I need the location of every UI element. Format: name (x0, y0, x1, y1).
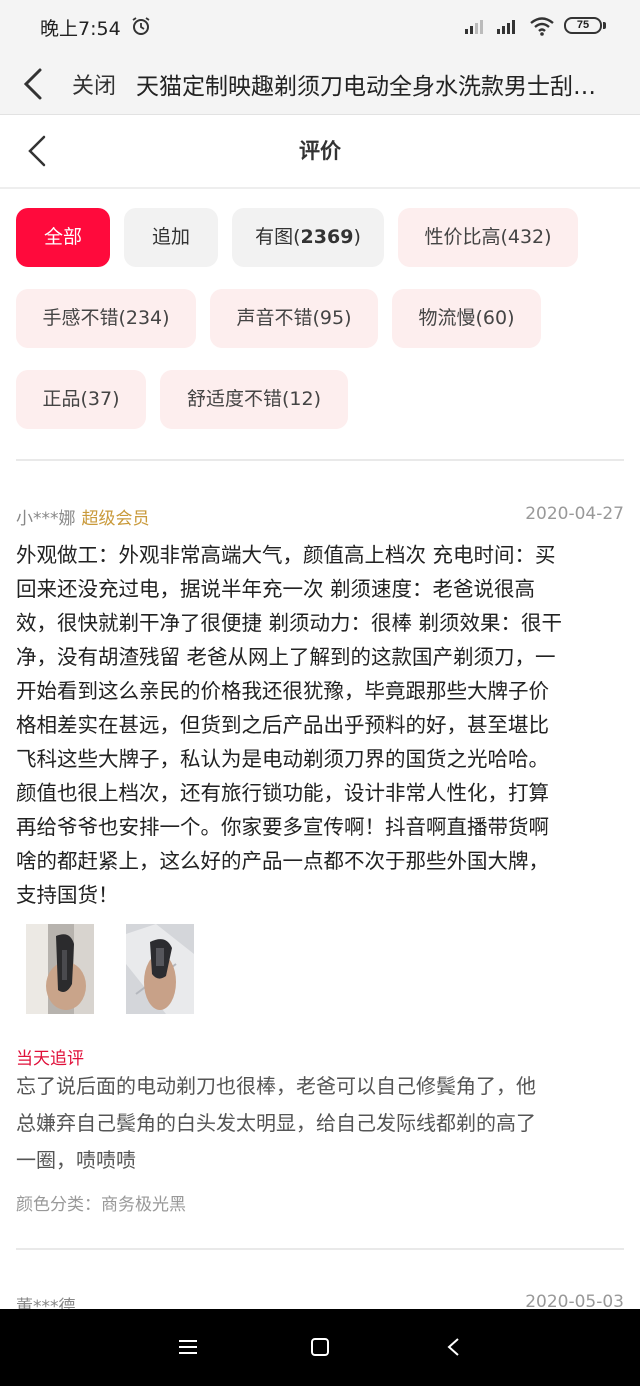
reviewer-name: 小***娜 超级会员 (16, 504, 150, 529)
review-date: 2020-05-03 (525, 1292, 624, 1309)
signal-icon (497, 20, 515, 34)
tag-comfort[interactable]: 舒适度不错(12) (160, 370, 348, 429)
review-line: 回来还没充过电，据说半年充一次 剃须速度：老爸说很高 (16, 577, 536, 601)
review-line: 支持国货！ (16, 883, 119, 907)
signal-icon (465, 20, 483, 34)
close-button[interactable]: 关闭 (72, 68, 116, 100)
back-arrow-icon[interactable] (18, 64, 50, 104)
review-line: 再给爷爷也安排一个。你家要多宣传啊！抖音啊直播带货啊 (16, 815, 549, 839)
tag-label: 舒适度不错(12) (186, 388, 321, 410)
tag-good-sound[interactable]: 声音不错(95) (210, 289, 378, 348)
navigation-bar (0, 1309, 640, 1386)
browser-title: 天猫定制映趣剃须刀电动全身水洗款男士刮胡刀 (136, 74, 611, 100)
tag-all[interactable]: 全部 (16, 208, 110, 267)
page-header: 评价 (0, 115, 640, 189)
review-line: 飞科这些大牌子，私认为是电动剃须刀界的国货之光哈哈。 (16, 747, 549, 771)
followup-line: 总嫌弃自己鬓角的白头发太明显，给自己发际线都剃的高了 (16, 1111, 536, 1135)
tag-good-feel[interactable]: 手感不错(234) (16, 289, 196, 348)
review-line: 效，很快就剃干净了很便捷 剃须动力：很棒 剃须效果：很干 (16, 611, 563, 635)
tag-label: 全部 (43, 226, 82, 248)
review-item: 小***娜 超级会员 2020-04-27 外观做工：外观非常高端大气，颜值高上档… (16, 504, 624, 1224)
divider (16, 459, 624, 461)
tag-label: 性价比高(432) (424, 226, 552, 248)
followup-line: 一圈，啧啧啧 (16, 1148, 136, 1172)
review-line: 颜值也很上档次，还有旅行锁功能，设计非常人性化，打算 (16, 781, 549, 805)
review-date: 2020-04-27 (525, 504, 624, 524)
tag-label: 正品(37) (42, 388, 120, 410)
alarm-icon (132, 17, 150, 35)
tag-genuine[interactable]: 正品(37) (16, 370, 146, 429)
tag-count: 2369 (300, 226, 354, 248)
followup-text: 忘了说后面的电动剃刀也很棒，老爸可以自己修鬓角了，他 总嫌弃自己鬓角的白头发太明… (16, 1068, 624, 1179)
tag-label: 有图( (255, 226, 301, 248)
review-line: 外观做工：外观非常高端大气，颜值高上档次 充电时间：买 (16, 543, 556, 567)
tag-suffix: ) (353, 226, 361, 248)
battery-icon: 75 (564, 17, 602, 34)
member-badge: 超级会员 (81, 509, 150, 529)
tag-label: 物流慢(60) (418, 307, 515, 329)
tag-label: 追加 (151, 226, 190, 248)
review-sku: 颜色分类：商务极光黑 (16, 1195, 186, 1215)
browser-bar: 关闭 天猫定制映趣剃须刀电动全身水洗款男士刮胡刀 (0, 54, 640, 115)
wifi-icon (530, 17, 554, 36)
page-title: 评价 (299, 139, 341, 163)
review-text: 外观做工：外观非常高端大气，颜值高上档次 充电时间：买 回来还没充过电，据说半年… (16, 538, 624, 912)
review-line: 啥的都赶紧上，这么好的产品一点都不次于那些外国大牌， (16, 849, 549, 873)
followup-line: 忘了说后面的电动剃刀也很棒，老爸可以自己修鬓角了，他 (16, 1074, 536, 1098)
battery-tip (603, 22, 606, 29)
home-icon[interactable] (306, 1333, 334, 1361)
review-line: 开始看到这么亲民的价格我还很犹豫，毕竟跟那些大牌子价 (16, 679, 549, 703)
reviewer-name: 董***德 (16, 1297, 76, 1309)
tag-with-photos[interactable]: 有图(2369) (232, 208, 384, 267)
review-line: 格相差实在甚远，但货到之后产品出乎预料的好，甚至堪比 (16, 713, 549, 737)
back-icon[interactable] (440, 1333, 468, 1361)
review-item: 董***德 2020-05-03 (16, 1292, 624, 1309)
divider (16, 1248, 624, 1250)
tag-label: 手感不错(234) (42, 307, 170, 329)
tag-slow-shipping[interactable]: 物流慢(60) (392, 289, 541, 348)
status-bar: 晚上7:54 75 (0, 0, 640, 54)
reviewer-username: 小***娜 (16, 509, 76, 529)
tag-appended[interactable]: 追加 (124, 208, 218, 267)
status-time: 晚上7:54 (40, 18, 121, 40)
followup-label: 当天追评 (16, 1049, 84, 1069)
tag-value-for-money[interactable]: 性价比高(432) (398, 208, 578, 267)
review-photo[interactable] (126, 924, 194, 1014)
review-line: 净，没有胡渣残留 老爸从网上了解到的这款国产剃须刀，一 (16, 645, 556, 669)
menu-icon[interactable] (174, 1333, 202, 1361)
review-photo[interactable] (26, 924, 94, 1014)
tag-label: 声音不错(95) (236, 307, 352, 329)
